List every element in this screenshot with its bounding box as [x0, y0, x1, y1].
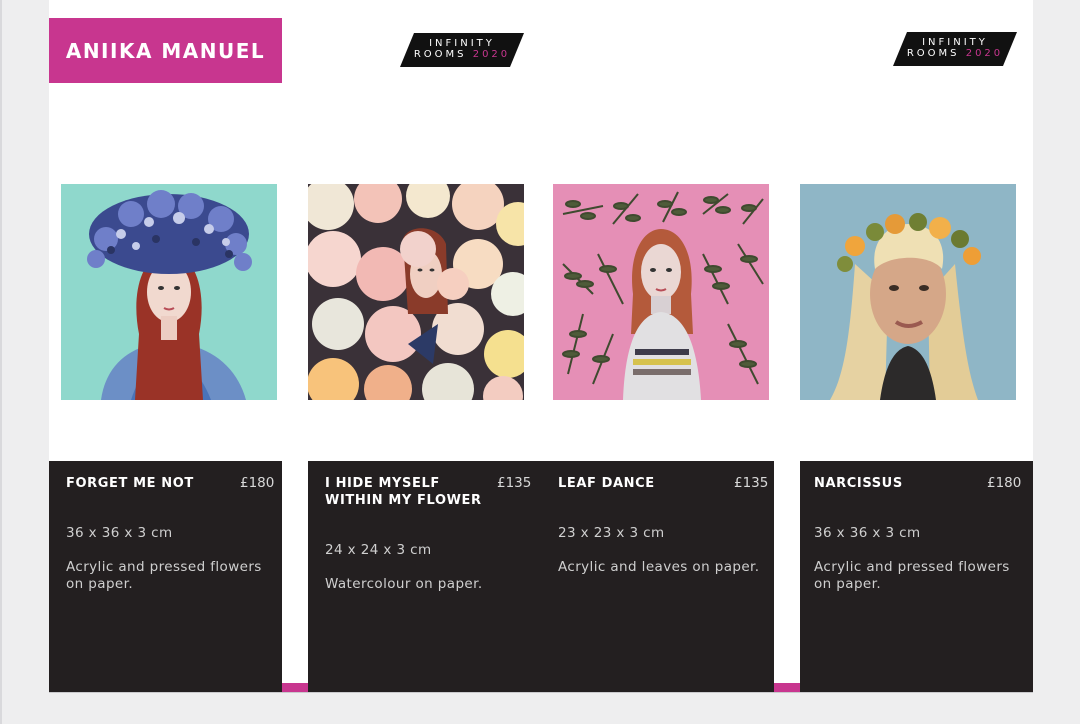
artwork-card-forget-me-not[interactable]: FORGET ME NOT £180 36 x 36 x 3 cm Acryli…	[49, 461, 282, 692]
accent-bar	[282, 683, 308, 692]
logo-line2: ROOMS 2020	[413, 49, 511, 60]
artist-name-badge: ANIIKA MANUEL	[49, 18, 282, 83]
artwork-dimensions: 24 x 24 x 3 cm	[325, 542, 432, 558]
artwork-image-narcissus[interactable]	[800, 184, 1016, 400]
artwork-price: £135	[734, 475, 769, 491]
logo-line1: INFINITY	[922, 37, 988, 48]
artwork-medium: Watercolour on paper.	[325, 576, 483, 592]
infinity-rooms-logo: INFINITY ROOMS 2020	[400, 33, 524, 67]
logo-year: 2020	[472, 49, 511, 60]
artwork-title: LEAF DANCE	[558, 476, 655, 491]
artwork-title: FORGET ME NOT	[66, 476, 194, 491]
artwork-price: £135	[497, 475, 532, 491]
artwork-image-leaf-dance[interactable]	[553, 184, 769, 400]
infinity-rooms-logo: INFINITY ROOMS 2020	[893, 32, 1017, 66]
artwork-medium: Acrylic and leaves on paper.	[558, 559, 760, 575]
artwork-card-narcissus[interactable]: NARCISSUS £180 36 x 36 x 3 cm Acrylic an…	[800, 461, 1033, 692]
artwork-dimensions: 36 x 36 x 3 cm	[66, 525, 173, 541]
artwork-price: £180	[987, 475, 1022, 491]
artwork-dimensions: 23 x 23 x 3 cm	[558, 525, 665, 541]
artwork-medium: Acrylic and pressed flowers on paper.	[814, 559, 1010, 592]
accent-bar	[774, 683, 800, 692]
artwork-title: NARCISSUS	[814, 476, 903, 491]
artwork-title: I HIDE MYSELF WITHIN MY FLOWER	[325, 476, 482, 508]
catalogue-page[interactable]: ANIIKA MANUEL INFINITY ROOMS 2020 INFINI…	[49, 0, 1033, 692]
window-edge	[0, 0, 2, 724]
artwork-card-group: I HIDE MYSELF WITHIN MY FLOWER £135 24 x…	[308, 461, 774, 692]
artwork-medium: Acrylic and pressed flowers on paper.	[66, 559, 262, 592]
page-bottom-divider	[49, 692, 1033, 693]
logo-line2: ROOMS 2020	[906, 48, 1004, 59]
artwork-image-i-hide-myself[interactable]	[308, 184, 524, 400]
logo-year: 2020	[965, 48, 1004, 59]
logo-line1: INFINITY	[429, 38, 495, 49]
artwork-price: £180	[240, 475, 275, 491]
artwork-image-forget-me-not[interactable]	[61, 184, 277, 400]
artwork-dimensions: 36 x 36 x 3 cm	[814, 525, 921, 541]
